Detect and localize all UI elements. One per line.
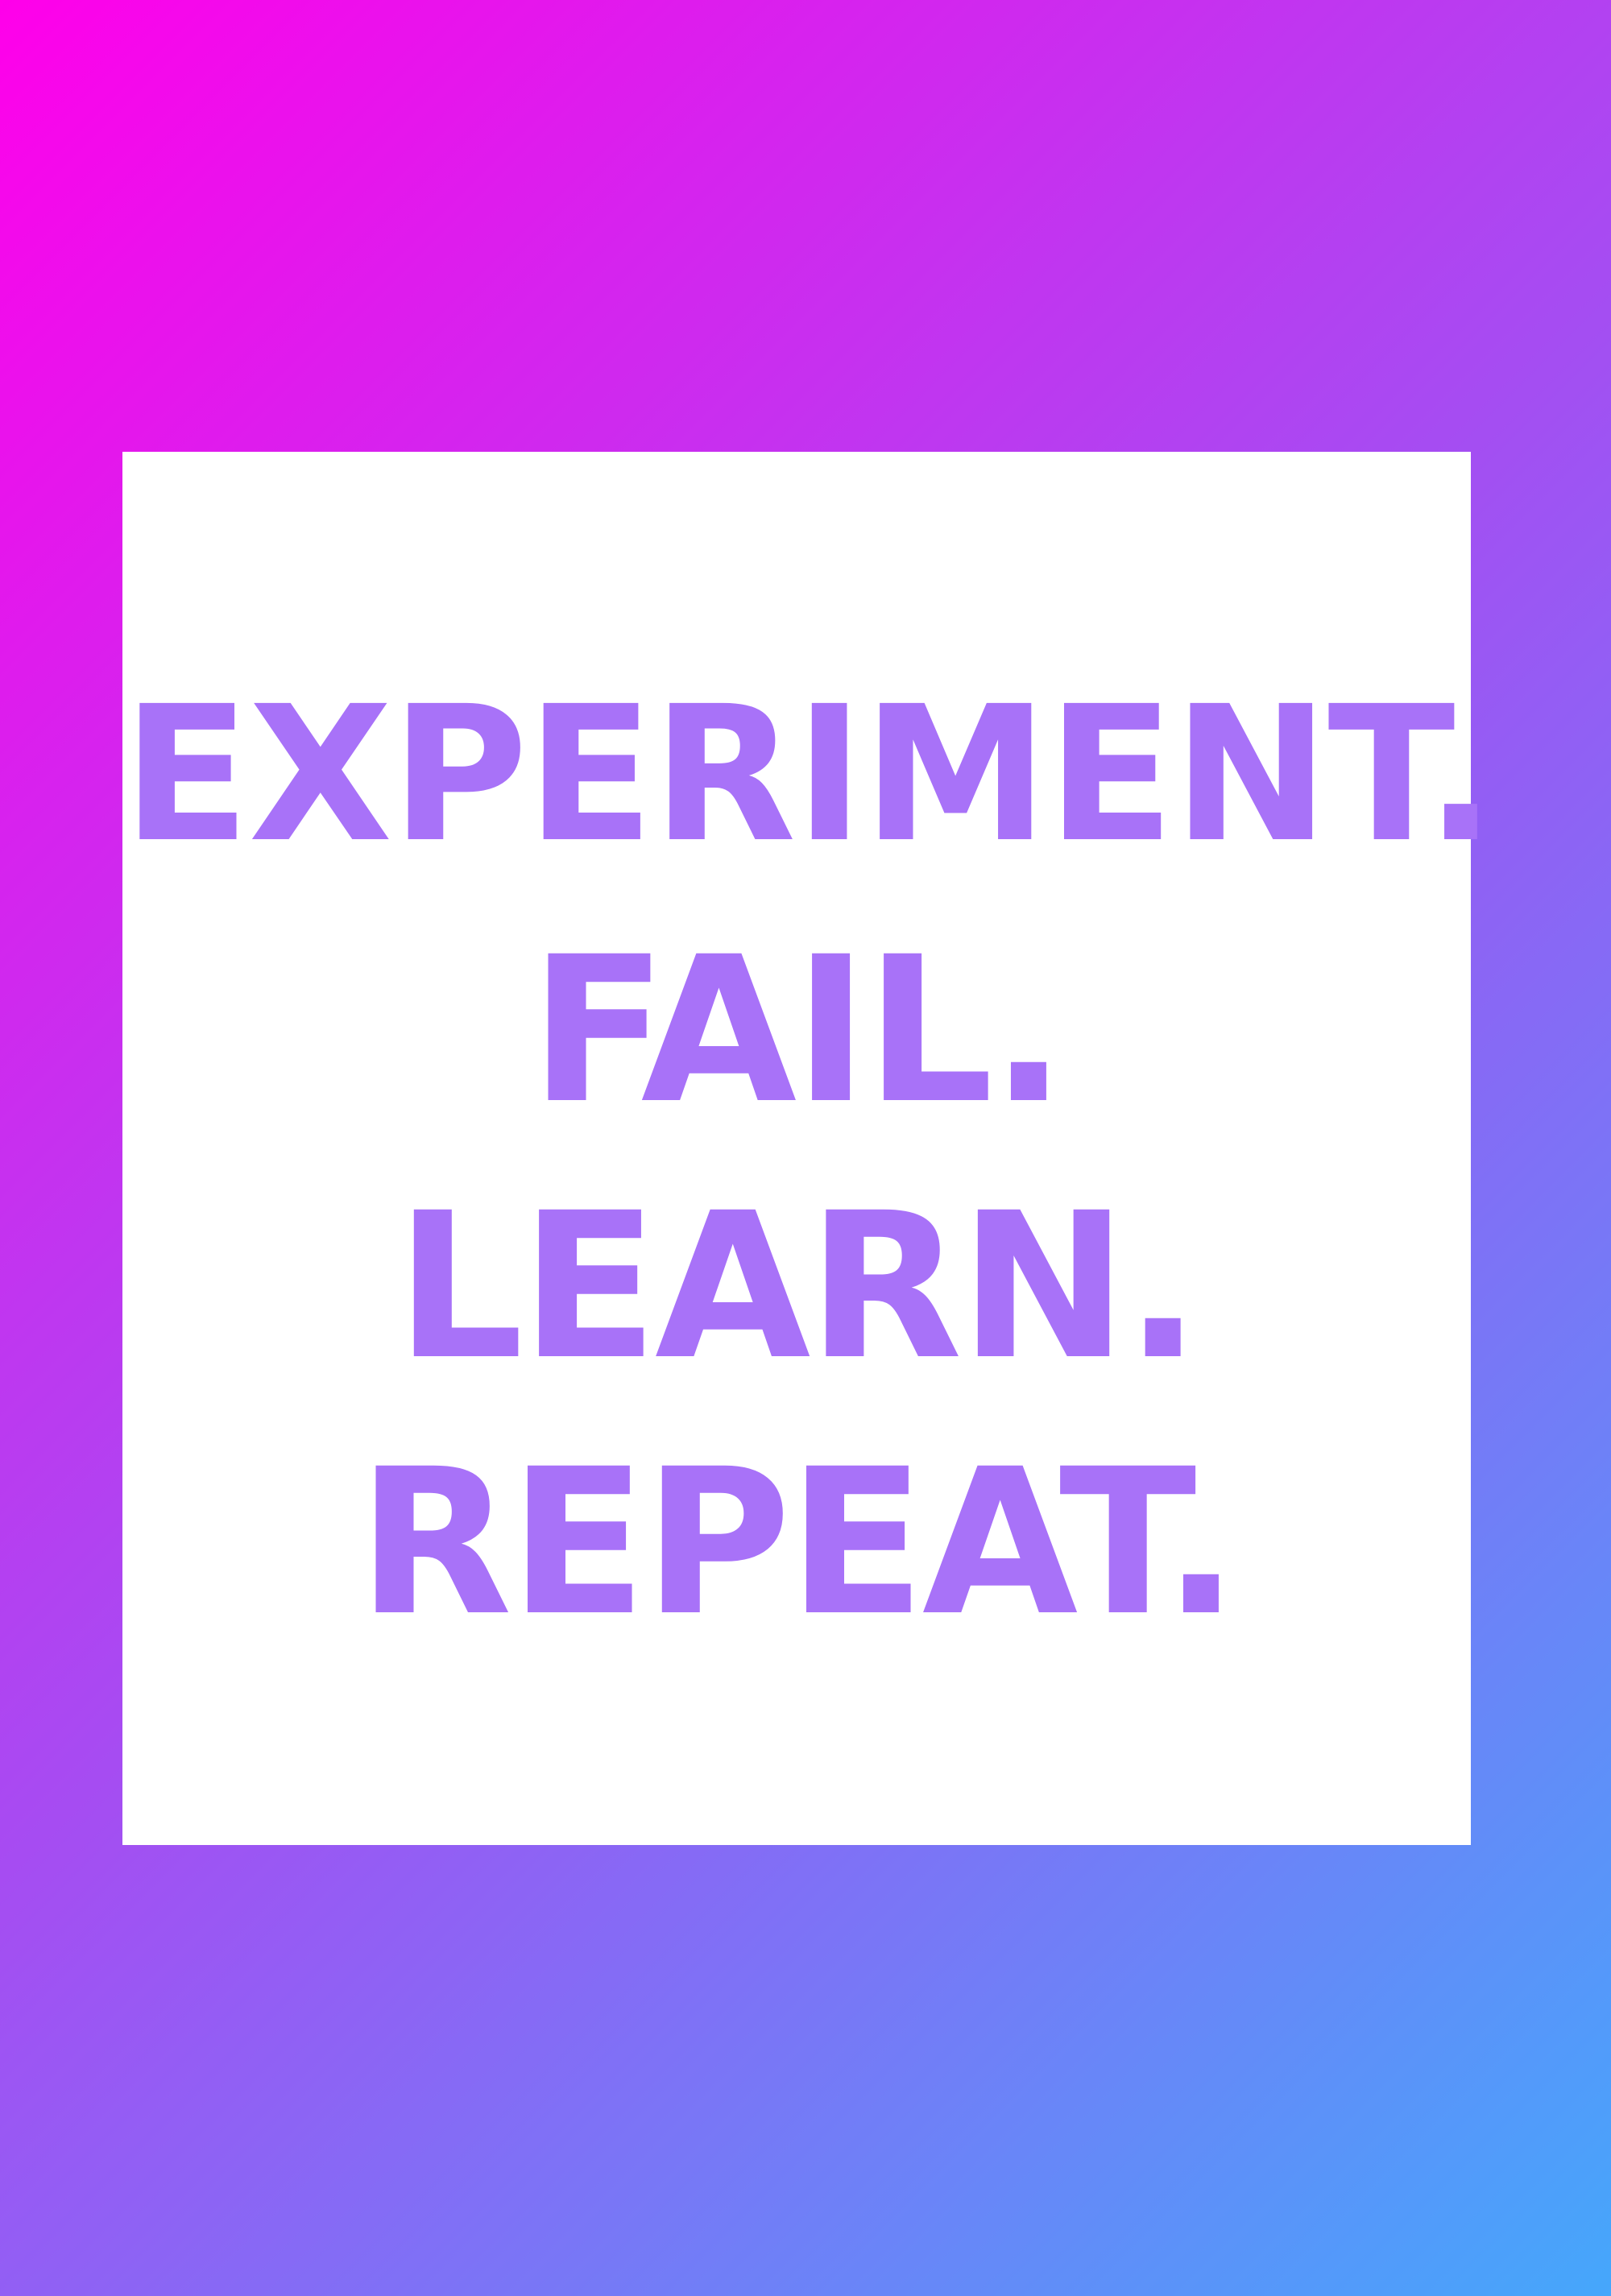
motivational-quote: EXPERIMENT. FAIL. LEARN. REPEAT. [122, 647, 1497, 1671]
quote-line-fail: FAIL. [529, 913, 1067, 1148]
quote-card: EXPERIMENT. FAIL. LEARN. REPEAT. [122, 452, 1497, 1845]
poster-background: EXPERIMENT. FAIL. LEARN. REPEAT. [0, 0, 1611, 2296]
quote-line-learn: LEARN. [395, 1169, 1201, 1404]
quote-line-repeat: REPEAT. [357, 1425, 1240, 1660]
quote-line-experiment: EXPERIMENT. [122, 666, 1497, 883]
